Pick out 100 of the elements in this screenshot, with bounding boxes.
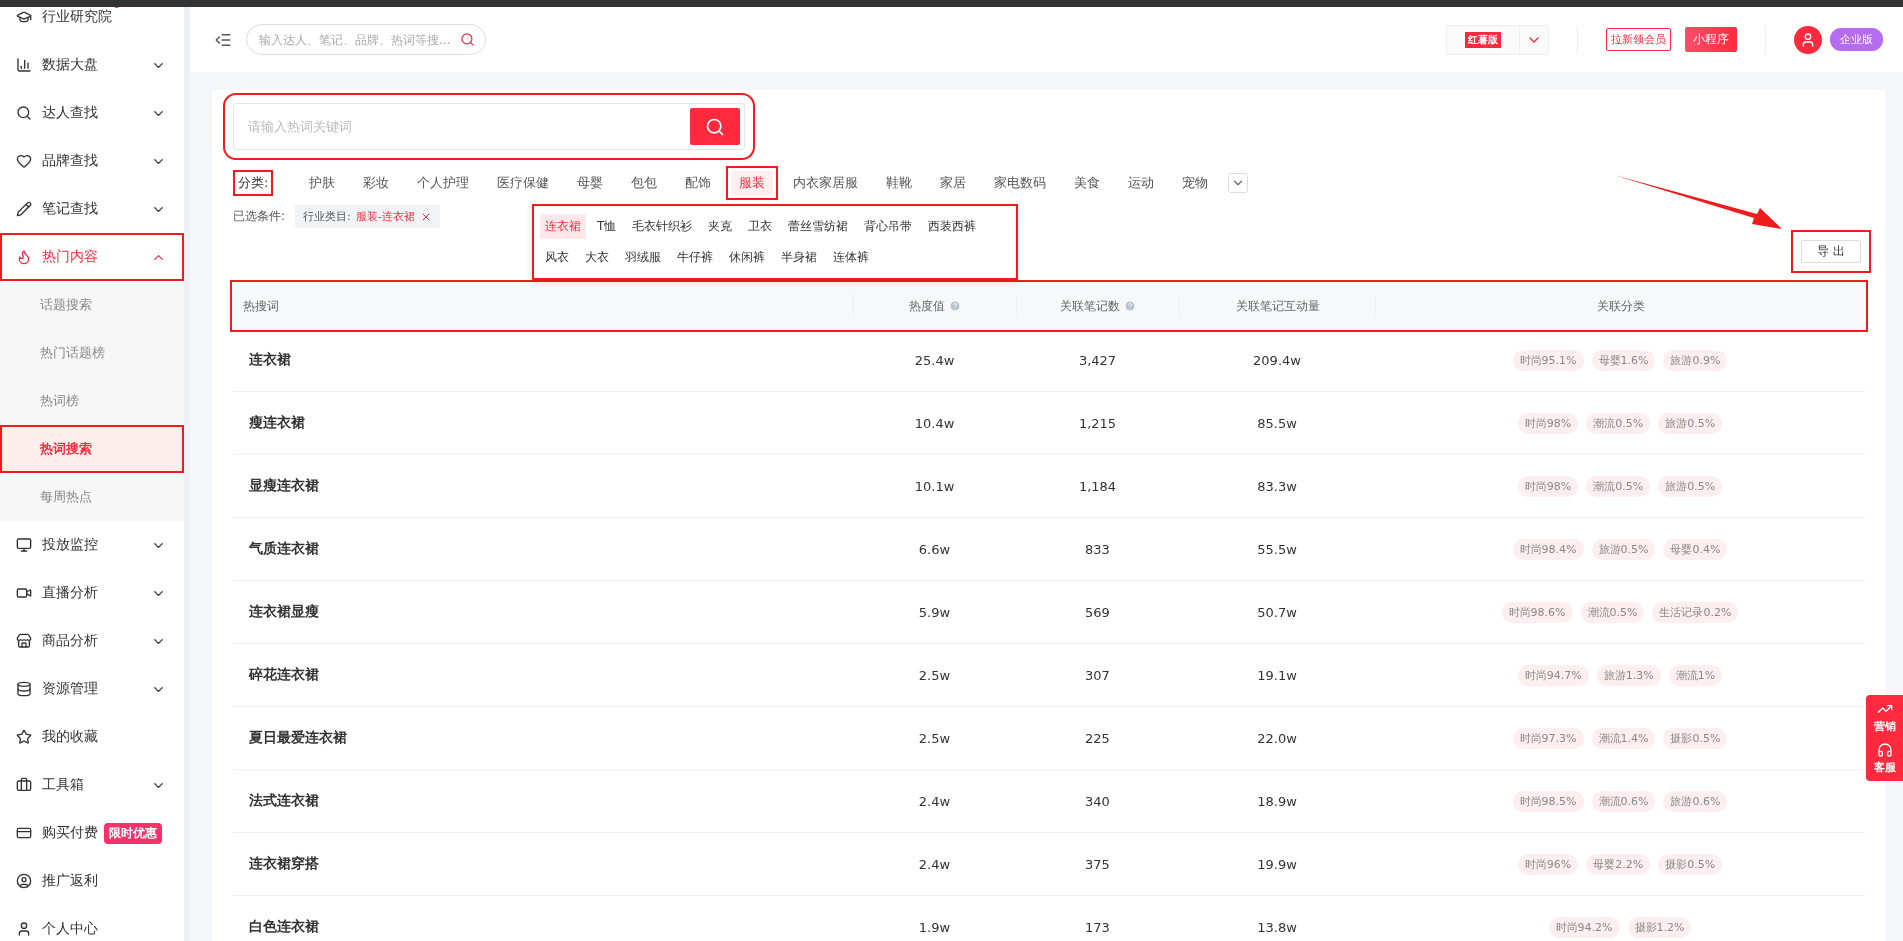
table-cell-text: 340 (1084, 793, 1111, 809)
category-tab[interactable]: 母婴 (569, 171, 612, 195)
subcategory-option[interactable]: 连体裤 (828, 245, 874, 270)
table-cell-text: 833 (1084, 541, 1111, 557)
subcategory-option[interactable]: 卫衣 (743, 214, 778, 239)
sidebar-item[interactable]: 资源管理 (0, 665, 184, 713)
category-tag: 潮流1.4% (1591, 727, 1656, 749)
sidebar-item[interactable]: 个人中心 (0, 905, 184, 941)
filter-chip[interactable]: 行业类目: 服装-连衣裙 (295, 205, 440, 228)
category-tab[interactable]: 家电数码 (986, 171, 1055, 195)
category-tag: 生活记录0.2% (1652, 601, 1739, 623)
table-cell-text: 173 (1084, 919, 1111, 935)
menu-icon (16, 777, 32, 793)
table-cell-text: 55.5w (1256, 541, 1298, 557)
table-cell-text: 10.1w (913, 478, 956, 494)
float-button[interactable]: 客服 (1866, 742, 1903, 775)
submenu-item[interactable]: 话题搜索 (0, 281, 184, 329)
table-cell-text: 6.6w (917, 541, 952, 557)
sidebar-item[interactable]: 行业研究院 (0, 7, 184, 41)
subcategory-option[interactable]: 夹克 (703, 214, 738, 239)
sidebar-item[interactable]: 投放监控 (0, 521, 184, 569)
category-tab[interactable]: 个人护理 (409, 171, 478, 195)
sidebar-item[interactable]: 达人查找 (0, 89, 184, 137)
menu-icon (16, 729, 32, 745)
subcategory-option[interactable]: 羽绒服 (620, 245, 666, 270)
keyword-cell[interactable]: 白色连衣裙 (233, 918, 853, 936)
sidebar-item[interactable]: 我的收藏 (0, 713, 184, 761)
sidebar-item[interactable]: 笔记查找 (0, 185, 184, 233)
table-cell-text: 225 (1084, 730, 1111, 746)
search-icon (705, 116, 725, 137)
category-tab[interactable]: 内衣家居服 (785, 171, 867, 195)
subcategory-option[interactable]: 蕾丝雪纺裙 (783, 214, 854, 239)
subcategory-option[interactable]: 风衣 (540, 245, 574, 270)
sidebar-item[interactable]: 推广返利 (0, 857, 184, 905)
keyword-cell[interactable]: 气质连衣裙 (233, 540, 853, 558)
submenu-item[interactable]: 每周热点 (0, 473, 184, 521)
category-tag: 旅游1.3% (1596, 664, 1661, 686)
search-icon[interactable] (460, 32, 475, 47)
table-cell-text: 569 (1084, 604, 1111, 620)
menu-icon (16, 921, 32, 937)
keyword-cell[interactable]: 碎花连衣裙 (233, 666, 853, 684)
category-tag: 母婴0.4% (1663, 538, 1728, 560)
subcategory-option[interactable]: 半身裙 (776, 245, 822, 270)
table-cell-text: 2.5w (917, 667, 952, 683)
menu-icon (16, 153, 32, 169)
keyword-cell[interactable]: 夏日最爱连衣裙 (233, 729, 853, 747)
category-tag: 时尚96% (1517, 853, 1579, 875)
category-tag: 时尚94.2% (1548, 916, 1620, 938)
category-tag: 摄影0.5% (1663, 727, 1728, 749)
keyword-cell[interactable]: 法式连衣裙 (233, 792, 853, 810)
table-cell-text: 5.9w (917, 604, 952, 620)
category-tab[interactable]: 美食 (1066, 171, 1109, 195)
float-button[interactable]: 营销 (1866, 701, 1903, 734)
sidebar-item[interactable]: 商品分析 (0, 617, 184, 665)
table-cell-text: 10.4w (913, 415, 956, 431)
keyword-cell[interactable]: 连衣裙显瘦 (233, 603, 853, 621)
category-tab[interactable]: 配饰 (677, 171, 720, 195)
category-tab[interactable]: 包包 (623, 171, 666, 195)
sidebar-item[interactable]: 品牌查找 (0, 137, 184, 185)
invite-button[interactable]: 拉新领会员 (1606, 28, 1671, 51)
category-tag: 时尚98% (1517, 412, 1579, 434)
sidebar-item[interactable]: 热门内容 (0, 233, 184, 281)
table-cell-text: 19.1w (1256, 667, 1298, 683)
subcategory-option[interactable]: 休闲裤 (724, 245, 770, 270)
keyword-cell[interactable]: 连衣裙 (233, 351, 853, 369)
submenu-item[interactable]: 热门话题榜 (0, 329, 184, 377)
category-tag: 潮流1% (1668, 664, 1723, 686)
expand-button[interactable] (1228, 173, 1249, 193)
category-tab[interactable]: 宠物 (1174, 171, 1217, 195)
export-button[interactable]: 导 出 (1801, 240, 1861, 263)
conditions-label: 已选条件: (233, 208, 286, 225)
keyword-cell[interactable]: 显瘦连衣裙 (233, 477, 853, 495)
subcategory-option[interactable]: 大衣 (580, 245, 614, 270)
table-cell-text: 85.5w (1256, 415, 1298, 431)
category-tab[interactable]: 鞋靴 (878, 171, 921, 195)
subcategory-option[interactable]: 背心吊带 (859, 214, 918, 239)
category-tag: 潮流0.5% (1580, 601, 1645, 623)
category-tab[interactable]: 护肤 (301, 171, 344, 195)
search-button[interactable] (690, 108, 740, 145)
table-cell-text: 1.9w (917, 919, 952, 935)
avatar-icon[interactable] (1794, 25, 1822, 54)
keyword-cell[interactable]: 连衣裙穿搭 (233, 855, 853, 873)
subcategory-option[interactable]: 牛仔裤 (672, 245, 718, 270)
subcategory-option[interactable]: 毛衣针织衫 (627, 214, 698, 239)
sidebar-item[interactable]: 购买付费 限时优惠 (0, 809, 184, 857)
table-cell-text: 13.8w (1256, 919, 1298, 935)
category-tag: 母婴2.2% (1586, 853, 1651, 875)
keyword-cell[interactable]: 瘦连衣裙 (233, 414, 853, 432)
category-tab[interactable]: 运动 (1120, 171, 1163, 195)
sidebar-item[interactable]: 直播分析 (0, 569, 184, 617)
sidebar-item[interactable]: 工具箱 (0, 761, 184, 809)
subcategory-option[interactable]: 西装西裤 (923, 214, 982, 239)
subcategory-option[interactable]: T恤 (592, 214, 622, 239)
sidebar-item[interactable]: 数据大盘 (0, 41, 184, 89)
table-cell-text: 375 (1084, 856, 1111, 872)
category-tab[interactable]: 家居 (932, 171, 975, 195)
category-tab[interactable]: 彩妆 (355, 171, 398, 195)
version-select[interactable]: 红薯版 (1446, 24, 1549, 55)
category-tab[interactable]: 医疗保健 (489, 171, 558, 195)
category-tag: 时尚98.5% (1512, 790, 1584, 812)
